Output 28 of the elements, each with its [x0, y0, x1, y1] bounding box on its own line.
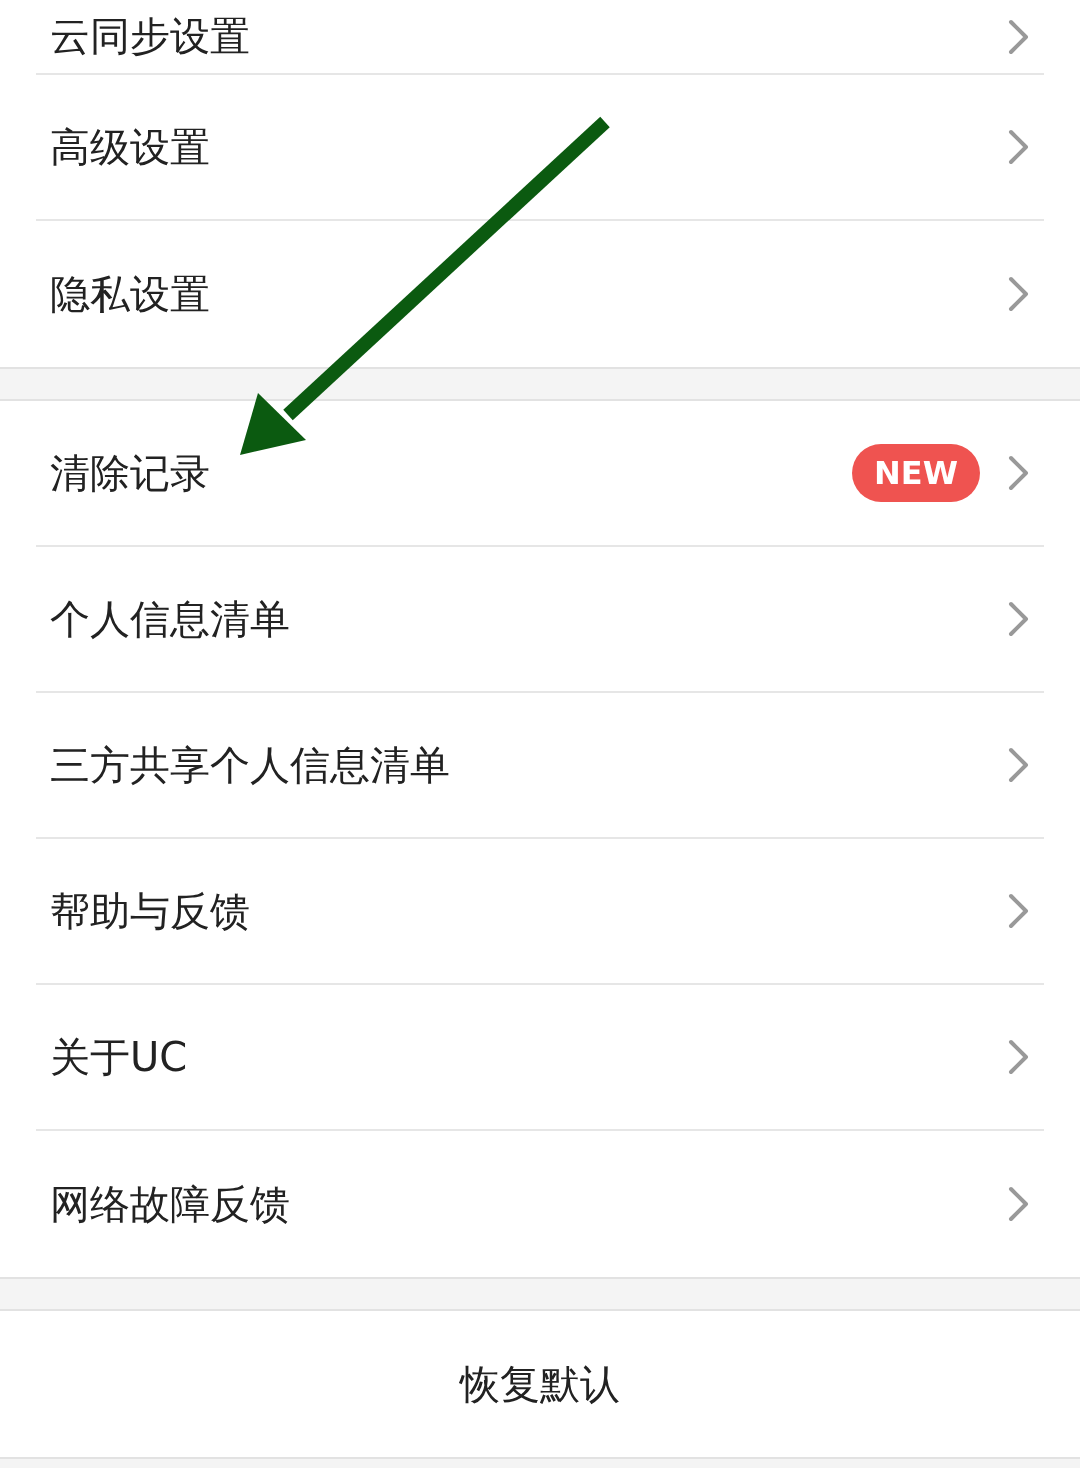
settings-row[interactable]: 云同步设置 — [36, 0, 1044, 75]
settings-row[interactable]: 高级设置 — [36, 75, 1044, 221]
chevron-right-icon — [1008, 1039, 1030, 1075]
row-label: 网络故障反馈 — [50, 1179, 291, 1229]
chevron-right-icon — [1008, 893, 1030, 929]
chevron-right-icon — [1008, 18, 1030, 55]
chevron-right-icon — [1008, 1186, 1030, 1222]
row-label: 帮助与反馈 — [50, 886, 251, 936]
row-label: 三方共享个人信息清单 — [50, 740, 451, 790]
row-label: 隐私设置 — [50, 269, 211, 319]
row-label: 高级设置 — [50, 122, 211, 172]
settings-row[interactable]: 隐私设置 — [36, 221, 1044, 367]
new-badge: NEW — [852, 444, 980, 502]
chevron-right-icon — [1008, 747, 1030, 783]
settings-row[interactable]: 帮助与反馈 — [36, 839, 1044, 985]
chevron-right-icon — [1008, 455, 1030, 491]
settings-row[interactable]: 网络故障反馈 — [36, 1131, 1044, 1277]
row-label: 云同步设置 — [50, 12, 251, 61]
row-label: 关于UC — [50, 1032, 189, 1082]
chevron-right-icon — [1008, 601, 1030, 637]
settings-row[interactable]: 个人信息清单 — [36, 547, 1044, 693]
settings-row[interactable]: 关于UC — [36, 985, 1044, 1131]
chevron-right-icon — [1008, 276, 1030, 312]
row-label: 清除记录 — [50, 448, 211, 498]
chevron-right-icon — [1008, 129, 1030, 165]
row-label: 个人信息清单 — [50, 594, 291, 644]
settings-row[interactable]: 三方共享个人信息清单 — [36, 693, 1044, 839]
reset-button[interactable]: 恢复默认 — [460, 1356, 620, 1412]
